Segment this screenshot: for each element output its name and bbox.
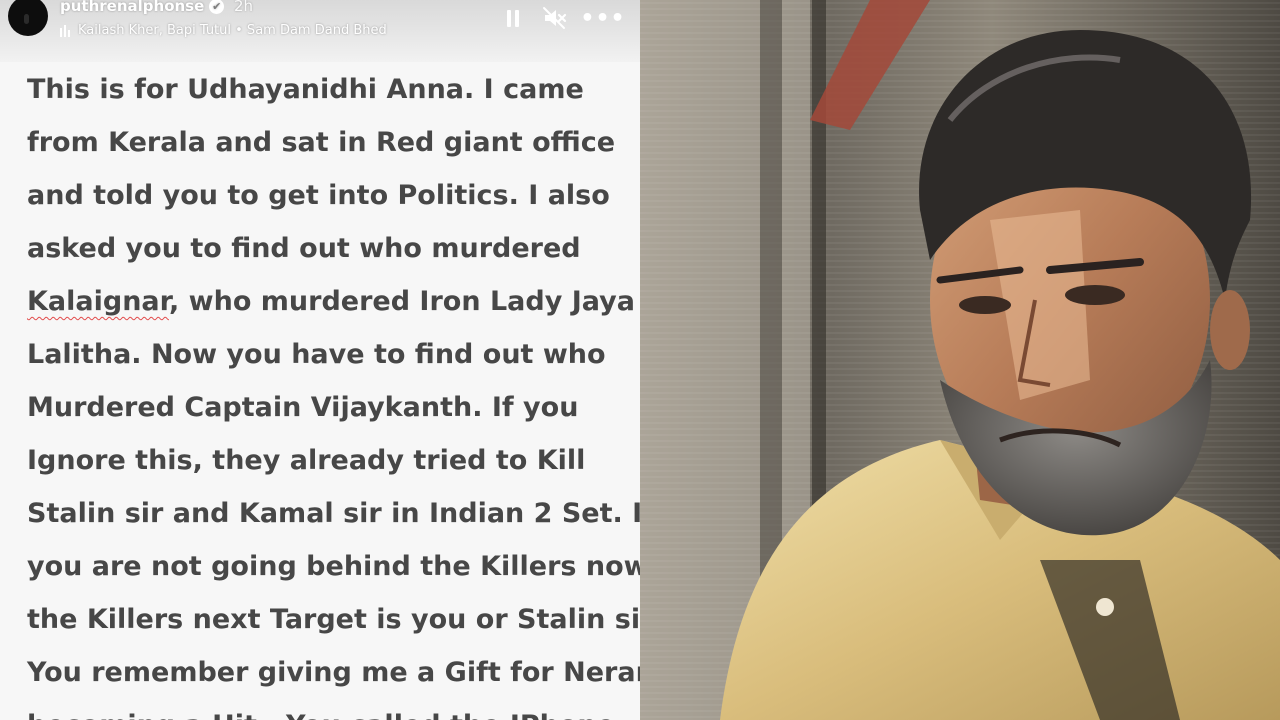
more-icon[interactable]: •••: [580, 6, 624, 31]
portrait-illustration: [640, 0, 1280, 720]
story-line: Lalitha. Now you have to find out who: [27, 339, 606, 370]
story-line: Stalin sir and Kamal sir in Indian 2 Set…: [27, 498, 640, 529]
music-bars-icon: [60, 24, 70, 37]
username-label: puthrenalphonse: [60, 0, 205, 15]
story-panel: puthrenalphonse ✔ 2h Kailash Kher, Bapi T…: [0, 0, 640, 720]
story-line-rest: , who murdered Iron Lady Jaya: [169, 286, 635, 317]
story-line: becoming a Hit . You called the IPhone: [27, 699, 632, 720]
story-line: the Killers next Target is you or Stalin…: [27, 604, 640, 635]
story-line: you are not going behind the Killers now…: [27, 551, 640, 582]
story-line: Kalaignar, who murdered Iron Lady Jaya: [27, 275, 635, 328]
verified-badge-icon: ✔: [209, 0, 225, 14]
story-time: 2h: [234, 0, 254, 15]
story-line: and told you to get into Politics. I als…: [27, 180, 610, 211]
story-line: asked you to find out who murdered: [27, 233, 581, 264]
mute-icon[interactable]: [541, 6, 569, 30]
portrait-photo: [640, 0, 1280, 720]
story-line: Murdered Captain Vijaykanth. If you: [27, 392, 579, 423]
story-text: This is for Udhayanidhi Anna. I came fro…: [27, 63, 640, 720]
misspelled-word: Kalaignar: [27, 286, 169, 317]
story-line: This is for Udhayanidhi Anna. I came: [27, 74, 584, 105]
music-label: Kailash Kher, Bapi Tutul • Sam Dam Dand …: [78, 23, 387, 38]
story-username[interactable]: puthrenalphonse ✔: [60, 0, 225, 15]
story-line: Ignore this, they already tried to Kill: [27, 445, 586, 476]
story-header: puthrenalphonse ✔ 2h Kailash Kher, Bapi T…: [0, 0, 640, 62]
pause-icon[interactable]: [502, 6, 524, 30]
story-line: from Kerala and sat in Red giant office: [27, 127, 616, 158]
story-line: You remember giving me a Gift for Neram: [27, 657, 640, 688]
avatar[interactable]: [8, 0, 48, 36]
music-attribution[interactable]: Kailash Kher, Bapi Tutul • Sam Dam Dand …: [60, 23, 387, 38]
